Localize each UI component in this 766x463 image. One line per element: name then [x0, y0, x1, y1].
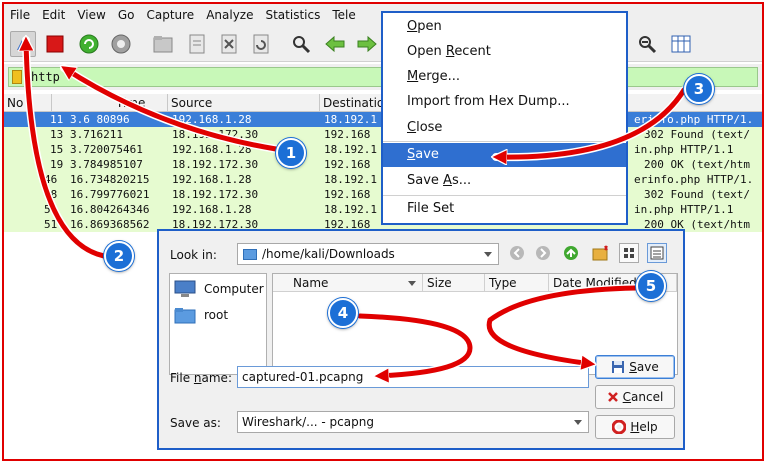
annotation-arrows: [0, 0, 688, 463]
callout-step-3: 3: [684, 74, 714, 104]
arrow-step-4: [357, 313, 473, 376]
callout-step-2: 2: [104, 241, 134, 271]
arrow-step-1-outline: [60, 64, 280, 153]
screenshot-stage: File Edit View Go Capture Analyze Statis…: [0, 0, 766, 463]
arrow-step-1: [64, 68, 279, 152]
callout-step-4: 4: [328, 298, 358, 328]
callout-step-5: 5: [636, 271, 666, 301]
callout-step-1: 1: [276, 138, 306, 168]
arrow-step-5-outline: [485, 284, 640, 368]
arrow-step-5: [486, 285, 639, 364]
